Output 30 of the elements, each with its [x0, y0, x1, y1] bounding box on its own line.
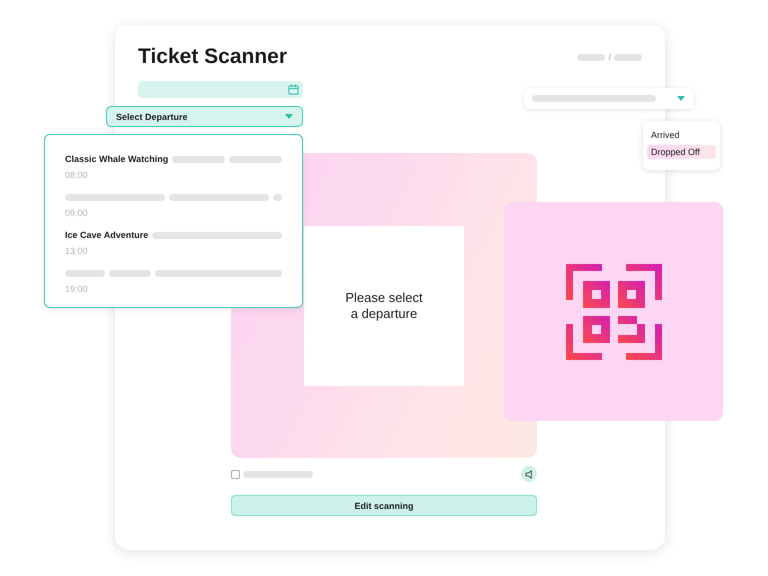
caret-icon — [677, 96, 685, 101]
speaker-icon — [524, 470, 534, 478]
departure-name[interactable]: Ice Cave Adventure — [65, 230, 148, 240]
departure-name[interactable]: Classic Whale Watching — [65, 154, 168, 164]
window-title: Ticket Scanner — [138, 45, 288, 69]
placeholder-bar — [172, 156, 226, 162]
qr-scan-icon — [566, 264, 662, 360]
placeholder-bar — [65, 270, 105, 276]
placeholder-bar — [229, 156, 282, 162]
caret-icon — [285, 114, 293, 119]
placeholder-bar — [577, 54, 606, 60]
departure-time: 13:00 — [65, 246, 89, 256]
departure-time: 19:00 — [65, 284, 89, 294]
status-option[interactable]: Dropped Off — [647, 145, 716, 159]
status-select[interactable] — [524, 88, 694, 109]
checkbox[interactable] — [231, 470, 240, 478]
status-option[interactable]: Arrived — [647, 128, 716, 142]
departure-time: 09:00 — [65, 208, 89, 218]
date-field[interactable] — [138, 81, 303, 98]
breadcrumb-separator: / — [608, 52, 611, 62]
placeholder-bar — [614, 54, 642, 60]
placeholder-bar — [109, 270, 151, 276]
departure-select[interactable]: Select Departure — [106, 106, 303, 127]
scanner-message: Please select a departure — [345, 290, 423, 322]
placeholder-bar — [273, 194, 282, 200]
calendar-icon — [288, 84, 299, 95]
placeholder-bar — [243, 470, 313, 478]
sound-button[interactable] — [521, 466, 537, 482]
edit-scanning-button[interactable]: Edit scanning — [231, 495, 537, 516]
departure-time: 08:00 — [65, 170, 89, 180]
